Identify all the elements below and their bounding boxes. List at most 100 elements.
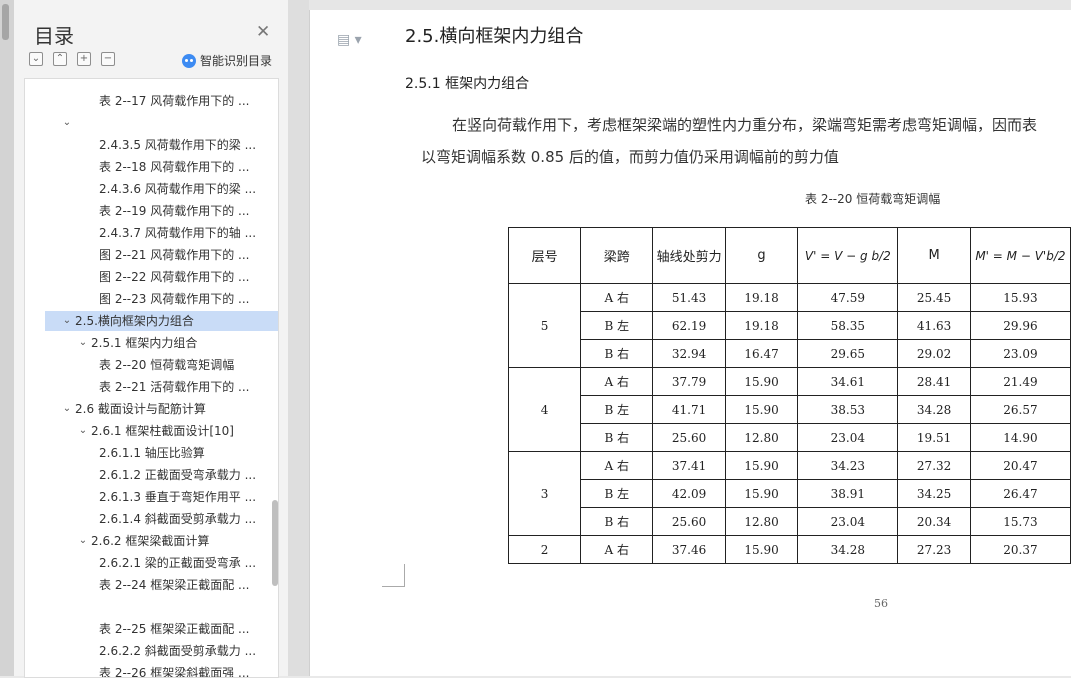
- toc-item[interactable]: 2.6.1.3 垂直于弯矩作用平 ...: [25, 487, 278, 507]
- close-icon[interactable]: ✕: [256, 22, 270, 42]
- toc-item-label: 2.6.1.4 斜截面受剪承载力 ...: [99, 512, 257, 526]
- table-cell: B 左: [580, 479, 654, 508]
- table-cell: 29.02: [897, 339, 971, 368]
- app-left-strip: [0, 0, 14, 676]
- add-item-icon[interactable]: +: [77, 52, 91, 66]
- table-cell: A 右: [580, 451, 654, 480]
- table-cell: 28.41: [897, 367, 971, 396]
- toc-item[interactable]: [25, 597, 278, 617]
- table-cell: 16.47: [724, 339, 799, 368]
- table-header-cell: g: [724, 227, 799, 284]
- toc-item-label: 图 2--22 风荷载作用下的 ...: [99, 270, 250, 284]
- table-cell: 37.46: [652, 535, 726, 564]
- table-cell: 15.73: [969, 507, 1071, 536]
- toc-item-label: 表 2--20 恒荷载弯矩调幅: [99, 358, 235, 372]
- table-header-cell: M' = M − V'b/2: [969, 227, 1071, 284]
- top-ruler: [309, 0, 1071, 10]
- chevron-down-icon[interactable]: ⌄: [61, 399, 73, 419]
- table-row: B 右 25.60 12.80 23.04 19.51 14.90: [509, 423, 1071, 452]
- table-cell: 25.60: [652, 507, 726, 536]
- toc-item-label: 2.6.2 框架梁截面计算: [91, 534, 210, 548]
- toc-item[interactable]: 图 2--21 风荷载作用下的 ...: [25, 245, 278, 265]
- moment-adjustment-table: 层号 梁跨 轴线处剪力 g V' = V − g b/2 M M' = M − V'b/2 5…: [507, 227, 1071, 564]
- toc-scrollbar[interactable]: [272, 500, 278, 586]
- smart-recognize-label: 智能识别目录: [200, 54, 273, 68]
- toc-item[interactable]: ⌄ 2.6 截面设计与配筋计算: [25, 399, 278, 419]
- table-cell: 23.04: [797, 507, 899, 536]
- toc-item[interactable]: ⌄: [25, 113, 278, 133]
- subsection-heading: 2.5.1 框架内力组合: [405, 76, 530, 92]
- toc-item[interactable]: 2.4.3.7 风荷载作用下的轴 ...: [25, 223, 278, 243]
- document-page: ▤ ▾ 2.5.横向框架内力组合 2.5.1 框架内力组合 在竖向荷载作用下，考…: [309, 0, 1071, 676]
- toc-item[interactable]: ⌄ 2.6.1 框架柱截面设计[10]: [25, 421, 278, 441]
- table-cell: B 右: [580, 507, 654, 536]
- toc-item[interactable]: 表 2--19 风荷载作用下的 ...: [25, 201, 278, 221]
- table-row: 2A 右 37.46 15.90 34.28 27.23 20.37: [507, 535, 1071, 564]
- table-cell: 15.90: [724, 367, 799, 396]
- toc-item[interactable]: 2.4.3.5 风荷载作用下的梁 ...: [25, 135, 278, 155]
- table-cell: 27.23: [897, 535, 971, 564]
- table-cell: 37.79: [652, 367, 726, 396]
- toc-item[interactable]: 表 2--17 风荷载作用下的 ...: [25, 91, 278, 111]
- toc-item[interactable]: 表 2--21 活荷载作用下的 ...: [25, 377, 278, 397]
- table-cell: 58.35: [797, 311, 899, 340]
- table-cell: B 左: [580, 311, 654, 340]
- toc-item-label: 图 2--23 风荷载作用下的 ...: [99, 292, 250, 306]
- toc-item-label: 2.6.1 框架柱截面设计[10]: [91, 424, 234, 438]
- toc-item[interactable]: ⌄ 2.6.2 框架梁截面计算: [25, 531, 278, 551]
- toc-item[interactable]: 2.6.1.4 斜截面受剪承载力 ...: [25, 509, 278, 529]
- table-cell: 25.60: [652, 423, 726, 452]
- toc-item-label: 表 2--25 框架梁正截面配 ...: [99, 622, 250, 636]
- paragraph-line-2: 以弯矩调幅系数 0.85 后的值，而剪力值仍采用调幅前的剪力值: [421, 148, 839, 166]
- table-cell: 15.90: [724, 395, 799, 424]
- toc-item[interactable]: 2.6.1.2 正截面受弯承载力 ...: [25, 465, 278, 485]
- document-icon[interactable]: ▤ ▾: [337, 32, 362, 48]
- toc-item[interactable]: 图 2--23 风荷载作用下的 ...: [25, 289, 278, 309]
- chevron-down-icon[interactable]: ⌄: [61, 113, 73, 133]
- table-cell: 29.65: [797, 339, 899, 368]
- table-row: B 左 62.19 19.18 58.35 41.63 29.96: [509, 311, 1071, 340]
- expand-up-icon[interactable]: ⌃: [53, 52, 67, 66]
- toc-item[interactable]: 表 2--25 框架梁正截面配 ...: [25, 619, 278, 639]
- toc-item-label: 2.4.3.5 风荷载作用下的梁 ...: [99, 138, 257, 152]
- collapse-all-icon[interactable]: ⌄: [29, 52, 43, 66]
- remove-item-icon[interactable]: −: [101, 52, 115, 66]
- toc-item-label: 2.6.1.1 轴压比验算: [99, 446, 205, 460]
- toc-item[interactable]: 2.6.2.2 斜截面受剪承载力 ...: [25, 641, 278, 661]
- toc-item[interactable]: 图 2--22 风荷载作用下的 ...: [25, 267, 278, 287]
- panel-grip-handle[interactable]: [2, 4, 9, 40]
- toc-item-label: 2.5.1 框架内力组合: [91, 336, 198, 350]
- floor-cell: 2: [507, 535, 582, 564]
- toc-item[interactable]: 表 2--24 框架梁正截面配 ...: [25, 575, 278, 595]
- table-cell: 27.32: [897, 451, 971, 480]
- table-row: B 右 25.60 12.80 23.04 20.34 15.73: [509, 507, 1071, 536]
- toc-item-label: 2.4.3.6 风荷载作用下的梁 ...: [99, 182, 257, 196]
- toc-item[interactable]: 2.6.1.1 轴压比验算: [25, 443, 278, 463]
- table-cell: 19.51: [897, 423, 971, 452]
- table-cell: 25.45: [897, 283, 971, 312]
- toc-item[interactable]: 表 2--18 风荷载作用下的 ...: [25, 157, 278, 177]
- toc-item[interactable]: 表 2--20 恒荷载弯矩调幅: [25, 355, 278, 375]
- table-cell: 38.53: [797, 395, 899, 424]
- table-cell: 15.93: [969, 283, 1071, 312]
- page-edge: [309, 0, 310, 676]
- toc-item[interactable]: ⌄ 2.5.横向框架内力组合: [45, 311, 278, 331]
- table-header-cell: 梁跨: [580, 227, 654, 284]
- smart-recognize-toc-button[interactable]: 智能识别目录: [182, 52, 272, 68]
- chevron-down-icon[interactable]: ⌄: [77, 531, 89, 551]
- chevron-down-icon[interactable]: ⌄: [77, 421, 89, 441]
- toc-item[interactable]: ⌄ 2.5.1 框架内力组合: [25, 333, 278, 353]
- section-heading: 2.5.横向框架内力组合: [405, 26, 584, 47]
- table-row: B 左 42.09 15.90 38.91 34.25 26.47: [509, 479, 1071, 508]
- toc-item[interactable]: 2.4.3.6 风荷载作用下的梁 ...: [25, 179, 278, 199]
- toc-item-label: 表 2--21 活荷载作用下的 ...: [99, 380, 250, 394]
- chevron-down-icon[interactable]: ⌄: [77, 333, 89, 353]
- table-cell: 21.49: [969, 367, 1071, 396]
- table-cell: B 左: [580, 395, 654, 424]
- toc-item[interactable]: 2.6.2.1 梁的正截面受弯承 ...: [25, 553, 278, 573]
- table-cell: 19.18: [724, 283, 799, 312]
- table-cell: B 右: [580, 423, 654, 452]
- chevron-down-icon[interactable]: ⌄: [61, 311, 73, 331]
- table-cell: 15.90: [724, 451, 799, 480]
- table-row: B 右 32.94 16.47 29.65 29.02 23.09: [509, 339, 1071, 368]
